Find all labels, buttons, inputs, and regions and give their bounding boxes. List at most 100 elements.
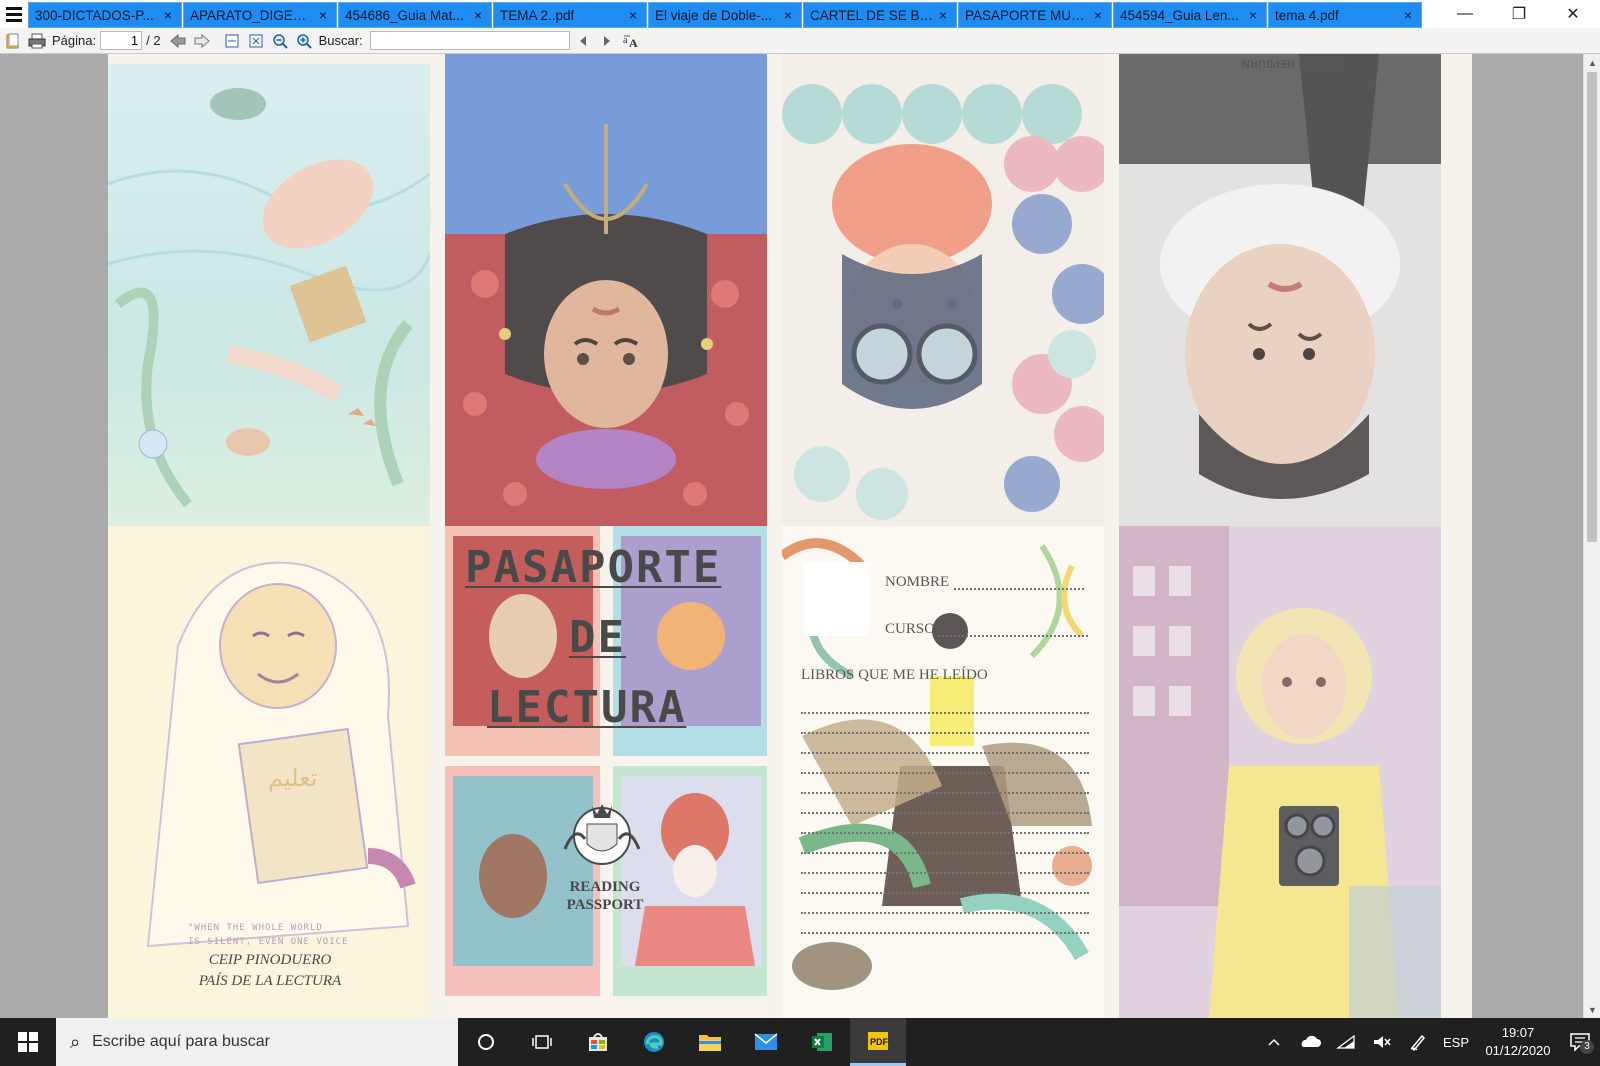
windows-taskbar: ⌕ Escribe aquí para buscar PDF ESP 19:07…: [0, 1018, 1600, 1066]
svg-text:"WHEN THE WHOLE WORLD: "WHEN THE WHOLE WORLD: [188, 923, 323, 933]
close-button[interactable]: ✕: [1546, 0, 1600, 28]
pen-workspace-icon[interactable]: [1400, 1033, 1436, 1051]
onedrive-cloud-icon[interactable]: [1292, 1035, 1328, 1049]
bookmarks-icon[interactable]: [2, 31, 24, 51]
book-line[interactable]: [801, 732, 1089, 734]
tab-close-icon[interactable]: ×: [161, 7, 175, 23]
name-line[interactable]: [954, 588, 1084, 590]
window-controls: — ❐ ✕: [1438, 0, 1600, 28]
tab-close-icon[interactable]: ×: [781, 7, 795, 23]
search-next-icon[interactable]: [596, 31, 618, 51]
tab-close-icon[interactable]: ×: [1401, 7, 1415, 23]
illustration-photographer: [1119, 526, 1441, 1018]
fit-page-icon[interactable]: [245, 31, 267, 51]
tab-close-icon[interactable]: ×: [936, 7, 950, 23]
minimize-button[interactable]: —: [1438, 0, 1492, 28]
restore-button[interactable]: ❐: [1492, 0, 1546, 28]
zoom-out-icon[interactable]: [269, 31, 291, 51]
scroll-up-icon[interactable]: ▲: [1584, 54, 1600, 71]
book-line[interactable]: [801, 832, 1089, 834]
page-number-input[interactable]: [100, 31, 143, 50]
document-tabs: 300-DICTADOS-P... × APARATO_DIGESTI... × 4…: [28, 2, 1423, 28]
scroll-down-icon[interactable]: ▼: [1584, 1001, 1600, 1018]
tab-guia-len[interactable]: 454594_Guia Len... ×: [1113, 2, 1267, 28]
notification-count-badge: 3: [1580, 1040, 1594, 1054]
store-icon[interactable]: [570, 1018, 626, 1066]
wifi-icon[interactable]: [1328, 1034, 1364, 1050]
cortana-icon[interactable]: [458, 1018, 514, 1066]
crest-line-1: READING: [569, 879, 641, 895]
scrollbar-thumb[interactable]: [1587, 72, 1597, 542]
tab-close-icon[interactable]: ×: [1246, 7, 1260, 23]
svg-text:A: A: [629, 36, 638, 49]
document-viewport[interactable]: AUDREY HEPBURN تعليم "WHEN THE WHOLE WOR…: [0, 54, 1583, 1018]
excel-icon[interactable]: [794, 1018, 850, 1066]
tab-aparato-digestivo[interactable]: APARATO_DIGESTI... ×: [183, 2, 337, 28]
match-case-icon[interactable]: aA: [620, 31, 642, 51]
reading-log-form: NOMBRE CURSO LIBROS QUE ME HE LEÍDO: [782, 526, 1104, 1018]
page-label: Página:: [52, 33, 97, 48]
book-line[interactable]: [801, 852, 1089, 854]
book-line[interactable]: [801, 892, 1089, 894]
edge-icon[interactable]: [626, 1018, 682, 1066]
malala-book-text: تعليم: [268, 764, 317, 792]
book-line[interactable]: [801, 792, 1089, 794]
tab-el-viaje[interactable]: El viaje de Doble-... ×: [648, 2, 802, 28]
svg-text:IS SILENT, EVEN ONE VOICE: IS SILENT, EVEN ONE VOICE: [188, 937, 348, 947]
tab-pasaporte-mujeres[interactable]: PASAPORTE MUJE... ×: [958, 2, 1112, 28]
royal-crest-icon: [557, 794, 647, 874]
tab-close-icon[interactable]: ×: [1091, 7, 1105, 23]
pdf-viewer-icon[interactable]: PDF: [850, 1018, 906, 1066]
volume-muted-icon[interactable]: [1364, 1034, 1400, 1050]
notifications-icon[interactable]: 3: [1560, 1032, 1600, 1054]
tab-dictados[interactable]: 300-DICTADOS-P... ×: [28, 2, 182, 28]
task-view-icon[interactable]: [514, 1018, 570, 1066]
search-previous-icon[interactable]: [572, 31, 594, 51]
tab-label: tema 4.pdf: [1275, 7, 1339, 23]
input-language[interactable]: ESP: [1436, 1035, 1476, 1050]
illustration-malala: تعليم "WHEN THE WHOLE WORLD IS SILENT, E…: [108, 526, 430, 1018]
book-line[interactable]: [801, 712, 1089, 714]
book-line[interactable]: [801, 772, 1089, 774]
tab-close-icon[interactable]: ×: [626, 7, 640, 23]
taskbar-clock[interactable]: 19:07 01/12/2020: [1476, 1024, 1560, 1060]
tab-label: 300-DICTADOS-P...: [35, 7, 154, 23]
books-read-label: LIBROS QUE ME HE LEÍDO: [801, 667, 988, 683]
viewer-toolbar: Página: / 2 Buscar: aA: [0, 28, 1600, 54]
tab-label: PASAPORTE MUJE...: [965, 7, 1089, 23]
zoom-in-icon[interactable]: [293, 31, 315, 51]
tab-label: El viaje de Doble-...: [655, 7, 773, 23]
tab-label: 454686_Guia Mat...: [345, 7, 464, 23]
vertical-scrollbar[interactable]: ▲ ▼: [1583, 54, 1600, 1018]
course-line[interactable]: [938, 635, 1088, 637]
page-total: / 2: [146, 33, 161, 48]
tab-cartel[interactable]: CARTEL DE SE BU... ×: [803, 2, 957, 28]
illustration-amelia-earhart: [782, 54, 1104, 526]
tab-close-icon[interactable]: ×: [471, 7, 485, 23]
windows-start-icon[interactable]: [0, 1018, 56, 1066]
print-icon[interactable]: [26, 31, 48, 51]
file-explorer-icon[interactable]: [682, 1018, 738, 1066]
search-icon: ⌕: [70, 1031, 81, 1052]
book-line[interactable]: [801, 932, 1089, 934]
mail-icon[interactable]: [738, 1018, 794, 1066]
tab-guia-mat[interactable]: 454686_Guia Mat... ×: [338, 2, 492, 28]
book-line[interactable]: [801, 912, 1089, 914]
fit-width-icon[interactable]: [221, 31, 243, 51]
tab-tema-2[interactable]: TEMA 2..pdf ×: [493, 2, 647, 28]
book-line[interactable]: [801, 812, 1089, 814]
show-hidden-icons-chevron-icon[interactable]: [1256, 1037, 1292, 1047]
tab-label: APARATO_DIGESTI...: [190, 7, 314, 23]
tab-tema-4[interactable]: tema 4.pdf ×: [1268, 2, 1422, 28]
taskbar-search-box[interactable]: ⌕ Escribe aquí para buscar: [56, 1018, 458, 1066]
next-page-icon[interactable]: [191, 31, 213, 51]
audrey-credit: AUDREY HEPBURN: [1242, 57, 1344, 70]
search-input[interactable]: [369, 31, 570, 50]
title-line-2: DE: [569, 612, 626, 663]
hamburger-menu-icon[interactable]: [0, 0, 28, 28]
previous-page-icon[interactable]: [167, 31, 189, 51]
book-line[interactable]: [801, 752, 1089, 754]
tab-close-icon[interactable]: ×: [316, 7, 330, 23]
book-line[interactable]: [801, 872, 1089, 874]
pdf-page: AUDREY HEPBURN تعليم "WHEN THE WHOLE WOR…: [108, 54, 1472, 1018]
